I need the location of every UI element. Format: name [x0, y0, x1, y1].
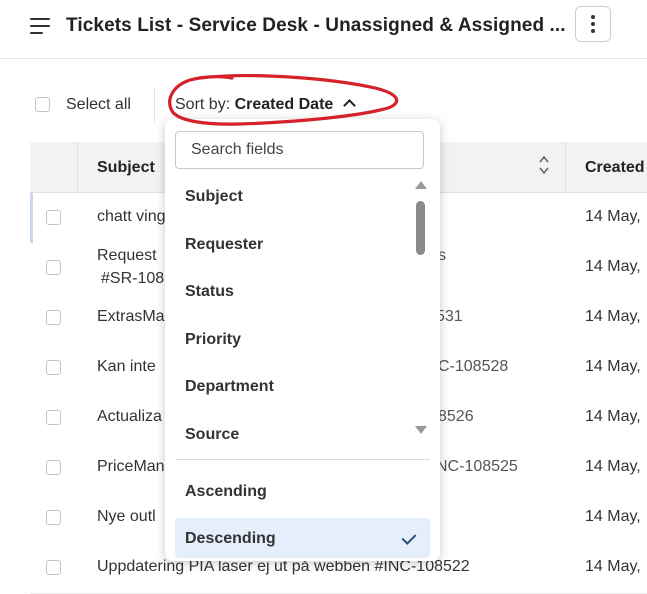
sort-option-subject[interactable]: Subject	[185, 188, 243, 206]
select-all-label[interactable]: Select all	[66, 96, 131, 114]
row-subject-line2: #SR-108	[101, 270, 165, 287]
scroll-up-arrow-icon[interactable]	[415, 181, 427, 189]
sort-option-priority[interactable]: Priority	[185, 331, 241, 349]
row-subject[interactable]: PriceMan	[97, 458, 165, 476]
top-header: Tickets List - Service Desk - Unassigned…	[0, 0, 647, 59]
row-checkbox[interactable]	[46, 310, 61, 325]
column-divider	[565, 142, 566, 192]
sort-option-source[interactable]: Source	[185, 426, 239, 444]
row-created: 14 May,	[585, 408, 641, 425]
hamburger-icon[interactable]	[30, 18, 50, 34]
sort-option-requester[interactable]: Requester	[185, 236, 263, 254]
search-fields-input[interactable]	[175, 131, 424, 169]
sort-by-prefix: Sort by:	[175, 96, 231, 113]
page-title: Tickets List - Service Desk - Unassigned…	[66, 15, 566, 36]
row-checkbox[interactable]	[46, 360, 61, 375]
row-subject-tail: 531	[436, 308, 463, 325]
row-subject[interactable]: Request	[97, 247, 157, 265]
dropdown-divider	[175, 459, 430, 460]
row-subject[interactable]: Kan inte	[97, 358, 156, 376]
row-checkbox[interactable]	[46, 460, 61, 475]
column-header-subject[interactable]: Subject	[97, 159, 155, 177]
row-subject-tail: C-108528	[438, 358, 509, 375]
select-all-checkbox[interactable]	[35, 97, 50, 112]
row-created: 14 May,	[585, 258, 641, 275]
row-created: 14 May,	[585, 308, 641, 325]
kebab-dot-icon	[591, 22, 595, 26]
kebab-dot-icon	[591, 15, 595, 19]
row-subject[interactable]: Nye outl	[97, 508, 156, 526]
row-checkbox[interactable]	[46, 410, 61, 425]
sort-by-value: Created Date	[234, 96, 334, 113]
row-checkbox[interactable]	[46, 560, 61, 575]
sort-option-department[interactable]: Department	[185, 378, 274, 396]
row-subject-tail: 8526	[438, 408, 474, 425]
row-checkbox[interactable]	[46, 510, 61, 525]
row-subject[interactable]: Actualiza	[97, 408, 162, 426]
row-created: 14 May,	[585, 508, 641, 525]
sort-by-button[interactable]: Sort by: Created Date	[175, 96, 356, 114]
sort-order-descending[interactable]: Descending	[185, 530, 276, 548]
row-created: 14 May,	[585, 558, 641, 575]
sort-arrows-icon[interactable]	[538, 153, 550, 177]
scrollbar-thumb[interactable]	[416, 201, 425, 255]
row-created: 14 May,	[585, 358, 641, 375]
column-divider	[77, 142, 78, 192]
scroll-down-arrow-icon[interactable]	[415, 426, 427, 434]
chevron-up-icon	[342, 99, 356, 112]
row-subject-tail: NC-108525	[436, 458, 518, 475]
kebab-dot-icon	[591, 29, 595, 33]
row-subject[interactable]: chatt ving	[97, 208, 165, 226]
row-checkbox[interactable]	[46, 210, 61, 225]
row-subject[interactable]: ExtrasMa	[97, 308, 165, 326]
row-checkbox[interactable]	[46, 260, 61, 275]
row-created: 14 May,	[585, 458, 641, 475]
toolbar-divider	[154, 88, 155, 122]
row-created: 14 May,	[585, 208, 641, 225]
column-header-created[interactable]: Created	[585, 159, 645, 177]
sort-dropdown: Subject Requester Status Priority Depart…	[165, 119, 440, 561]
sort-order-ascending[interactable]: Ascending	[185, 483, 267, 501]
sort-option-status[interactable]: Status	[185, 283, 234, 301]
more-options-button[interactable]	[575, 6, 611, 42]
